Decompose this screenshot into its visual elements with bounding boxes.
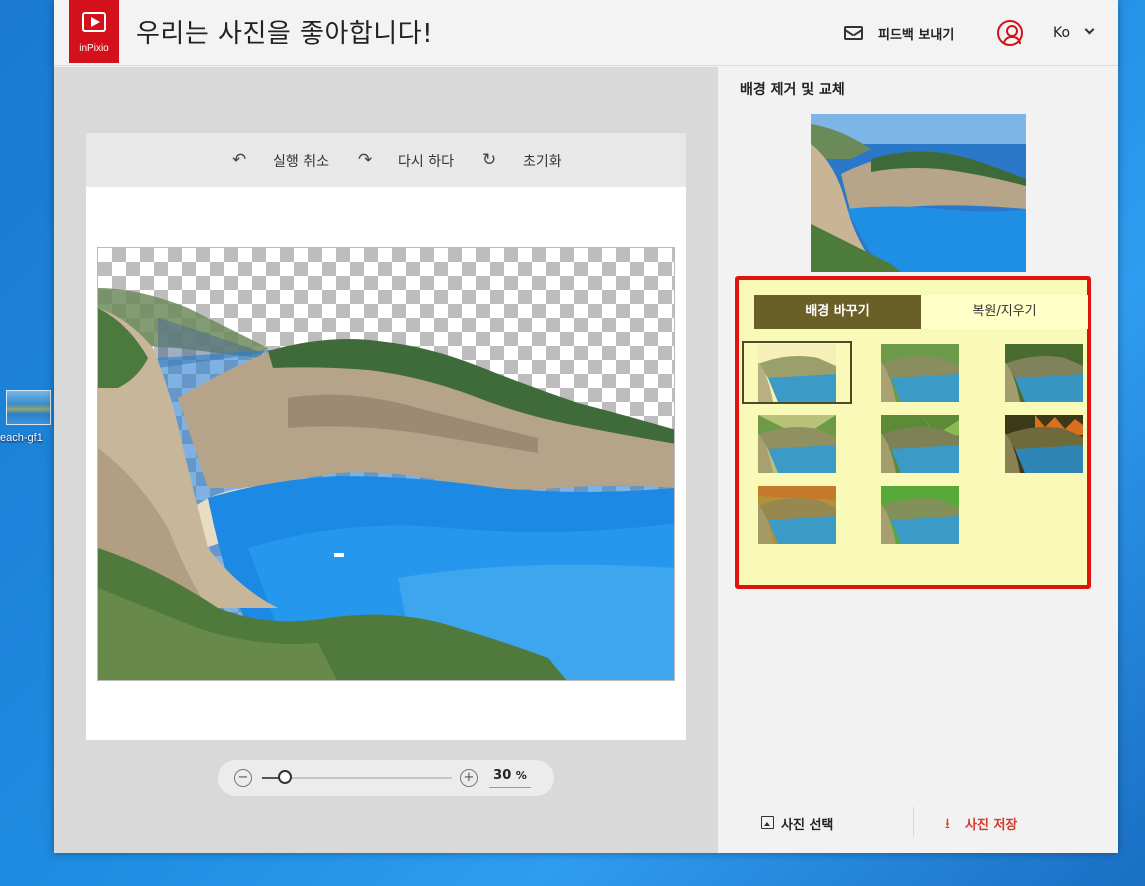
background-thumb-image xyxy=(881,486,959,544)
background-thumb-sunset-fire[interactable] xyxy=(1005,415,1083,473)
editor-area: ↶ 실행 취소 ↷ 다시 하다 ↻ 초기화 − + 30 % xyxy=(54,67,718,853)
background-thumb-image xyxy=(1005,344,1083,402)
beach-photo-image xyxy=(98,288,674,680)
background-thumb-image xyxy=(758,415,836,473)
background-thumb-image xyxy=(758,486,836,544)
play-icon xyxy=(82,12,106,32)
reset-button[interactable]: ↻ 초기화 xyxy=(482,149,572,171)
download-icon: ⭳ xyxy=(945,816,950,832)
background-thumb-image xyxy=(758,344,836,402)
language-select[interactable]: Ko xyxy=(1053,22,1103,44)
background-thumb-original[interactable] xyxy=(758,344,836,402)
panel-footer: 사진 선택 ⭳ 사진 저장 xyxy=(719,803,1118,853)
photo-canvas[interactable] xyxy=(97,247,675,681)
zoom-control: − + 30 % xyxy=(218,760,554,796)
tab-restore-erase[interactable]: 복원/지우기 xyxy=(921,295,1088,329)
background-thumb-image xyxy=(881,344,959,402)
background-thumb-palm-leaves[interactable] xyxy=(758,415,836,473)
background-thumb-image xyxy=(1005,415,1083,473)
redo-button[interactable]: ↷ 다시 하다 xyxy=(358,149,468,171)
panel-tabs: 배경 바꾸기 복원/지우기 xyxy=(754,295,1088,329)
save-photo-label: 사진 저장 xyxy=(965,818,1018,833)
feedback-button[interactable]: 피드백 보내기 xyxy=(842,20,982,46)
reset-label: 초기화 xyxy=(523,154,562,170)
image-thumbnail-icon xyxy=(6,390,51,425)
select-photo-label: 사진 선택 xyxy=(781,818,834,833)
header: inPixio 우리는 사진을 좋아합니다! 피드백 보내기 Ko xyxy=(54,0,1118,66)
zoom-out-button[interactable]: − xyxy=(234,769,252,787)
page-title: 우리는 사진을 좋아합니다! xyxy=(136,19,434,49)
side-panel: 배경 제거 및 교체 배경 바꾸기 복원/지우기 사진 선택 ⭳ 사진 저장 xyxy=(719,67,1118,853)
logo-brand-text: inPixio xyxy=(79,43,109,54)
zoom-value[interactable]: 30 % xyxy=(489,768,531,788)
zoom-slider-thumb[interactable] xyxy=(277,770,292,784)
background-thumb-image xyxy=(881,415,959,473)
mail-icon xyxy=(844,26,863,40)
image-icon xyxy=(761,816,774,829)
zoom-value-number: 30 xyxy=(493,768,512,783)
app-logo: inPixio xyxy=(69,0,119,63)
tab-change-background[interactable]: 배경 바꾸기 xyxy=(754,295,921,329)
preview-image xyxy=(811,114,1026,272)
preview-photo xyxy=(811,114,1026,272)
desktop-file-caption: each-gf1 xyxy=(0,432,43,444)
background-thumb-autumn[interactable] xyxy=(758,486,836,544)
zoom-value-unit: % xyxy=(515,769,527,782)
background-thumb-green-blur-1[interactable] xyxy=(881,344,959,402)
undo-button[interactable]: ↶ 실행 취소 xyxy=(232,149,342,171)
undo-icon: ↶ xyxy=(232,150,247,170)
zoom-in-button[interactable]: + xyxy=(460,769,478,787)
edit-toolbar: ↶ 실행 취소 ↷ 다시 하다 ↻ 초기화 xyxy=(86,133,686,187)
redo-icon: ↷ xyxy=(358,150,373,170)
undo-label: 실행 취소 xyxy=(273,154,329,170)
background-thumb-bright-green[interactable] xyxy=(881,486,959,544)
select-photo-button[interactable]: 사진 선택 xyxy=(761,813,871,835)
reset-icon: ↻ xyxy=(482,150,497,170)
footer-divider xyxy=(913,807,914,837)
app-window: inPixio 우리는 사진을 좋아합니다! 피드백 보내기 Ko ↶ 실행 취… xyxy=(54,0,1118,853)
chevron-down-icon xyxy=(1084,24,1095,35)
save-photo-button[interactable]: ⭳ 사진 저장 xyxy=(945,813,1065,835)
account-icon[interactable] xyxy=(997,20,1023,46)
feedback-label: 피드백 보내기 xyxy=(878,28,955,43)
background-thumb-dark-green[interactable] xyxy=(1005,344,1083,402)
background-thumb-foliage[interactable] xyxy=(881,415,959,473)
background-options-box: 배경 바꾸기 복원/지우기 xyxy=(735,276,1091,589)
language-label: Ko xyxy=(1053,25,1071,41)
canvas-card: ↶ 실행 취소 ↷ 다시 하다 ↻ 초기화 xyxy=(86,133,686,740)
redo-label: 다시 하다 xyxy=(398,154,454,170)
panel-title: 배경 제거 및 교체 xyxy=(740,82,845,98)
